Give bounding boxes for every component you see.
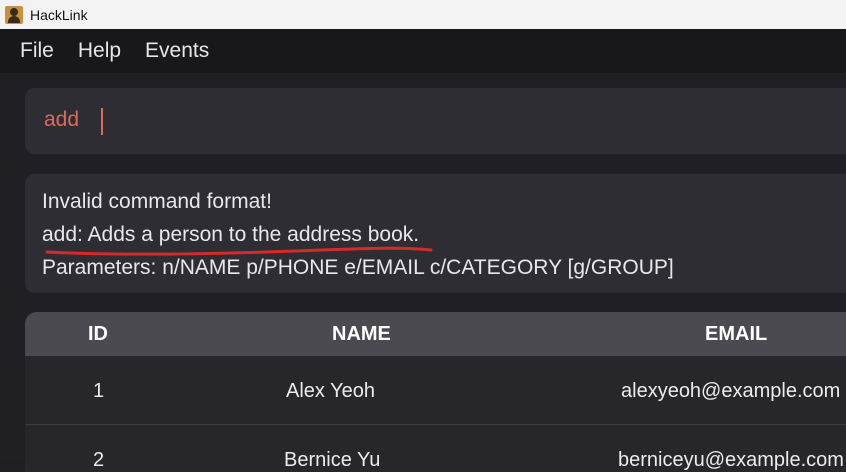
cell-name: Alex Yeoh [286,380,375,402]
column-header-name[interactable]: NAME [332,323,391,346]
command-input[interactable] [42,107,746,133]
menu-file[interactable]: File [20,39,54,63]
menu-events[interactable]: Events [145,39,209,63]
column-header-email[interactable]: EMAIL [705,323,767,346]
command-box [25,88,846,154]
menu-help[interactable]: Help [78,39,121,63]
annotation-underline [45,246,433,256]
result-line-parameters: Parameters: n/NAME p/PHONE e/EMAIL c/CAT… [42,256,674,279]
menu-bar: File Help Events [0,29,846,73]
main-panel: Invalid command format! add: Adds a pers… [0,73,846,472]
person-table: ID NAME EMAIL 1 Alex Yeoh alexyeoh@examp… [25,312,846,472]
cell-id: 1 [93,380,105,402]
result-display: Invalid command format! add: Adds a pers… [25,174,846,293]
cell-email: alexyeoh@example.com [621,380,841,402]
result-line-error: Invalid command format! [42,190,272,213]
table-row[interactable]: 1 Alex Yeoh alexyeoh@example.com [25,356,846,425]
column-header-id[interactable]: ID [88,323,108,346]
table-row[interactable]: 2 Bernice Yu berniceyu@example.com [25,425,846,472]
app-icon [5,5,23,24]
window-title: HackLink [30,6,88,23]
table-header: ID NAME EMAIL [25,312,846,356]
window-titlebar: HackLink [0,0,846,29]
text-caret [101,108,103,135]
